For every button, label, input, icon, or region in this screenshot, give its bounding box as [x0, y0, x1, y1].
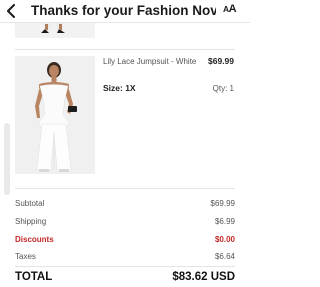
product-image[interactable]: [15, 56, 95, 174]
taxes-row: Taxes $6.64: [15, 252, 235, 264]
text-size-icon[interactable]: AA: [223, 3, 237, 15]
product-size: Size: 1X: [103, 83, 136, 93]
shipping-row: Shipping $6.99: [15, 217, 235, 229]
total-row: TOTAL $83.62 USD: [15, 271, 235, 287]
subtotal-label: Subtotal: [15, 199, 45, 208]
text-size-large-label: A: [228, 3, 237, 15]
discounts-value: $0.00: [214, 235, 235, 244]
email-subject-title: Thanks for your Fashion Nova ord...: [31, 3, 216, 18]
divider: [15, 49, 235, 50]
divider: [15, 266, 235, 267]
product-name[interactable]: Lily Lace Jumpsuit - White: [103, 56, 198, 67]
discounts-label: Discounts: [15, 235, 54, 244]
shipping-label: Shipping: [15, 217, 47, 226]
shipping-value: $6.99: [214, 217, 235, 226]
total-value: $83.62 USD: [172, 271, 235, 283]
subtotal-row: Subtotal $69.99: [15, 199, 235, 211]
divider: [15, 188, 235, 189]
discounts-row: Discounts $0.00: [15, 235, 235, 247]
email-header: Thanks for your Fashion Nova ord... AA: [0, 0, 250, 23]
product-price: $69.99: [208, 56, 234, 66]
chevron-left-icon[interactable]: [3, 2, 19, 20]
total-label: TOTAL: [15, 271, 53, 283]
product-quantity: Qty: 1: [212, 84, 234, 93]
subtotal-value: $69.99: [210, 199, 235, 208]
taxes-label: Taxes: [15, 252, 36, 261]
taxes-value: $6.64: [214, 252, 235, 261]
scrollbar[interactable]: [4, 123, 10, 195]
